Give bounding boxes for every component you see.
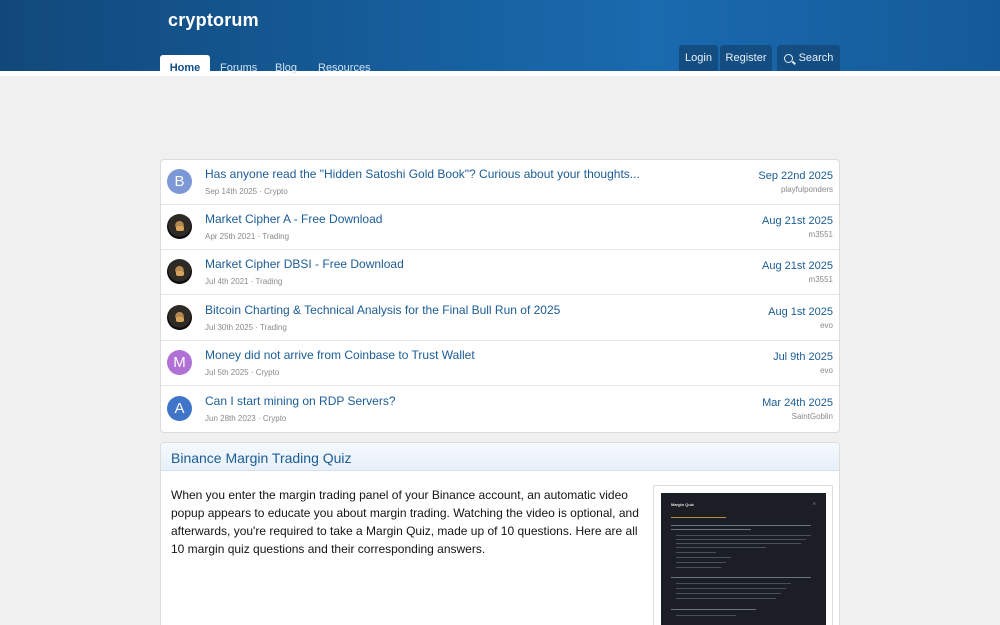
thread-last-poster[interactable]: m3551 bbox=[809, 230, 833, 239]
quiz-line bbox=[676, 615, 736, 616]
avatar[interactable]: M bbox=[167, 350, 192, 375]
thread-title[interactable]: Can I start mining on RDP Servers? bbox=[205, 394, 396, 408]
thread-row[interactable]: Bitcoin Charting & Technical Analysis fo… bbox=[161, 296, 839, 341]
quiz-line bbox=[676, 593, 781, 594]
quiz-line bbox=[671, 525, 811, 526]
avatar[interactable] bbox=[167, 259, 192, 284]
thread-list: B Has anyone read the "Hidden Satoshi Go… bbox=[160, 159, 840, 433]
thread-last-post-date[interactable]: Mar 24th 2025 bbox=[762, 397, 833, 409]
quiz-line bbox=[671, 609, 756, 610]
thread-title[interactable]: Money did not arrive from Coinbase to Tr… bbox=[205, 348, 475, 362]
avatar[interactable] bbox=[167, 214, 192, 239]
search-icon bbox=[783, 53, 793, 63]
tab-blog[interactable]: Blog bbox=[275, 62, 297, 74]
thread-title[interactable]: Market Cipher DBSI - Free Download bbox=[205, 257, 404, 271]
quiz-line bbox=[676, 583, 791, 584]
thread-last-post-date[interactable]: Jul 9th 2025 bbox=[773, 351, 833, 363]
thread-title[interactable]: Has anyone read the "Hidden Satoshi Gold… bbox=[205, 167, 640, 181]
thread-last-poster[interactable]: evo bbox=[820, 321, 833, 330]
avatar[interactable] bbox=[167, 305, 192, 330]
quiz-line bbox=[671, 577, 811, 578]
thread-meta: Jul 4th 2021 · Trading bbox=[205, 277, 283, 286]
tab-forums[interactable]: Forums bbox=[220, 62, 257, 74]
article-card: Binance Margin Trading Quiz When you ent… bbox=[160, 442, 840, 625]
thread-row[interactable]: Market Cipher A - Free Download Apr 25th… bbox=[161, 205, 839, 250]
thread-last-post-date[interactable]: Sep 22nd 2025 bbox=[758, 170, 833, 182]
thread-row[interactable]: B Has anyone read the "Hidden Satoshi Go… bbox=[161, 160, 839, 205]
thread-meta: Jul 30th 2025 · Trading bbox=[205, 323, 287, 332]
thread-last-poster[interactable]: SaintGoblin bbox=[792, 412, 833, 421]
site-header bbox=[0, 0, 1000, 71]
register-button[interactable]: Register bbox=[720, 45, 772, 71]
quiz-screenshot-title: Margin Quiz bbox=[671, 502, 694, 507]
search-button[interactable]: Search bbox=[777, 45, 840, 71]
thread-last-post-date[interactable]: Aug 21st 2025 bbox=[762, 260, 833, 272]
quiz-line bbox=[676, 567, 721, 568]
quiz-line bbox=[676, 552, 716, 553]
quiz-line bbox=[671, 529, 751, 530]
quiz-line bbox=[676, 562, 726, 563]
thread-last-poster[interactable]: m3551 bbox=[809, 275, 833, 284]
article-header: Binance Margin Trading Quiz bbox=[161, 443, 839, 471]
search-button-label: Search bbox=[798, 52, 834, 64]
thread-meta: Apr 25th 2021 · Trading bbox=[205, 232, 290, 241]
article-body: When you enter the margin trading panel … bbox=[171, 488, 639, 556]
quiz-line bbox=[676, 598, 776, 599]
quiz-screenshot: Margin Quiz ✕ bbox=[661, 493, 826, 625]
quiz-line bbox=[676, 543, 801, 544]
quiz-line bbox=[671, 517, 726, 518]
avatar[interactable]: A bbox=[167, 396, 192, 421]
close-icon: ✕ bbox=[812, 501, 816, 506]
thread-meta: Jul 5th 2025 · Crypto bbox=[205, 368, 280, 377]
quiz-line bbox=[676, 557, 731, 558]
thread-title[interactable]: Bitcoin Charting & Technical Analysis fo… bbox=[205, 303, 560, 317]
avatar[interactable]: B bbox=[167, 169, 192, 194]
article-thumbnail[interactable]: Margin Quiz ✕ bbox=[653, 485, 833, 625]
quiz-line bbox=[676, 535, 811, 536]
login-button[interactable]: Login bbox=[679, 45, 718, 71]
thread-title[interactable]: Market Cipher A - Free Download bbox=[205, 212, 382, 226]
thread-row[interactable]: M Money did not arrive from Coinbase to … bbox=[161, 341, 839, 386]
header-divider bbox=[0, 71, 1000, 76]
thread-last-poster[interactable]: evo bbox=[820, 366, 833, 375]
tab-resources[interactable]: Resources bbox=[318, 62, 371, 74]
thread-last-post-date[interactable]: Aug 1st 2025 bbox=[768, 306, 833, 318]
quiz-line bbox=[676, 547, 766, 548]
site-logo[interactable]: cryptorum bbox=[168, 10, 259, 31]
thread-row[interactable]: Market Cipher DBSI - Free Download Jul 4… bbox=[161, 250, 839, 295]
tab-home[interactable]: Home bbox=[160, 55, 210, 76]
thread-last-poster[interactable]: playfulponders bbox=[781, 185, 833, 194]
quiz-line bbox=[676, 539, 806, 540]
quiz-line bbox=[676, 588, 786, 589]
thread-last-post-date[interactable]: Aug 21st 2025 bbox=[762, 215, 833, 227]
thread-meta: Sep 14th 2025 · Crypto bbox=[205, 187, 288, 196]
thread-meta: Jun 28th 2023 · Crypto bbox=[205, 414, 287, 423]
article-title[interactable]: Binance Margin Trading Quiz bbox=[171, 450, 352, 466]
thread-row[interactable]: A Can I start mining on RDP Servers? Jun… bbox=[161, 387, 839, 432]
